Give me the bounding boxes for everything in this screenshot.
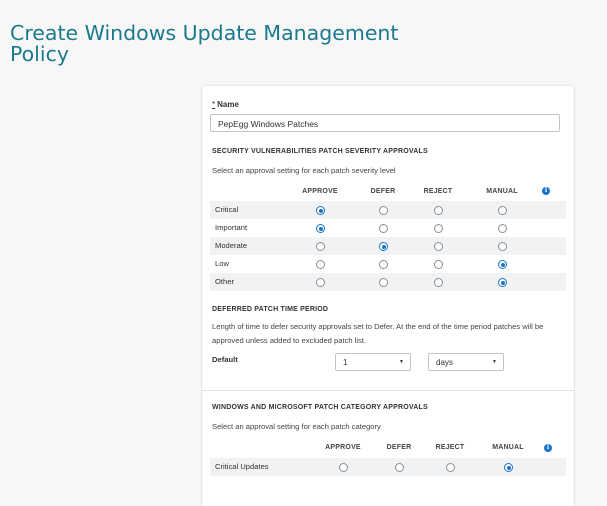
radio-defer[interactable]: [379, 224, 388, 233]
radio-reject[interactable]: [446, 463, 455, 472]
deferred-period-heading: DEFERRED PATCH TIME PERIOD: [212, 306, 329, 313]
required-marker: *: [212, 100, 216, 109]
radio-approve[interactable]: [316, 206, 325, 215]
radio-manual[interactable]: [498, 242, 507, 251]
radio-reject[interactable]: [434, 224, 443, 233]
table-row: [210, 273, 566, 291]
radio-defer[interactable]: [395, 463, 404, 472]
category-col-reject: REJECT: [435, 444, 465, 451]
radio-manual[interactable]: [498, 224, 507, 233]
table-row: [210, 237, 566, 255]
row-label: Critical: [215, 205, 239, 214]
radio-reject[interactable]: [434, 206, 443, 215]
deferred-description-line-1: Length of time to defer security approva…: [212, 322, 544, 331]
name-label: * Name: [212, 100, 239, 109]
caret-down-icon: ▼: [399, 359, 404, 365]
radio-reject[interactable]: [434, 260, 443, 269]
severity-col-approve: APPROVE: [302, 188, 338, 195]
severity-col-manual: MANUAL: [486, 188, 518, 195]
caret-down-icon: ▼: [492, 359, 497, 365]
radio-defer[interactable]: [379, 206, 388, 215]
info-icon[interactable]: i: [542, 187, 550, 195]
severity-col-reject: REJECT: [423, 188, 453, 195]
radio-manual[interactable]: [498, 278, 507, 287]
radio-reject[interactable]: [434, 278, 443, 287]
radio-approve[interactable]: [316, 224, 325, 233]
category-col-manual: MANUAL: [492, 444, 524, 451]
radio-defer[interactable]: [379, 278, 388, 287]
radio-manual[interactable]: [498, 206, 507, 215]
severity-approvals-hint: Select an approval setting for each patc…: [212, 166, 396, 175]
table-row: [210, 255, 566, 273]
category-approvals-heading: WINDOWS AND MICROSOFT PATCH CATEGORY APP…: [212, 404, 428, 411]
name-input[interactable]: PepEgg Windows Patches: [210, 114, 560, 132]
radio-defer[interactable]: [379, 242, 388, 251]
deferred-description-line-2: approved unless added to excluded patch …: [212, 336, 367, 345]
page-title: Create Windows Update Management Policy: [10, 21, 399, 66]
row-label: Important: [215, 223, 248, 232]
defer-amount-value: 1: [343, 358, 348, 367]
severity-col-defer: DEFER: [370, 188, 396, 195]
table-row: [210, 219, 566, 237]
radio-approve[interactable]: [316, 278, 325, 287]
radio-approve[interactable]: [316, 260, 325, 269]
radio-approve[interactable]: [339, 463, 348, 472]
defer-unit-select[interactable]: days ▼: [428, 353, 504, 371]
defer-amount-select[interactable]: 1 ▼: [335, 353, 411, 371]
category-col-approve: APPROVE: [325, 444, 361, 451]
row-label: Critical Updates: [215, 462, 269, 471]
row-label: Moderate: [215, 241, 248, 250]
info-icon[interactable]: i: [544, 444, 552, 452]
radio-defer[interactable]: [379, 260, 388, 269]
table-row: [210, 201, 566, 219]
defer-unit-value: days: [436, 358, 453, 367]
radio-approve[interactable]: [316, 242, 325, 251]
radio-manual[interactable]: [498, 260, 507, 269]
row-label: Low: [215, 259, 229, 268]
category-approvals-hint: Select an approval setting for each patc…: [212, 422, 381, 431]
policy-form-card: * Name PepEgg Windows Patches SECURITY VU…: [202, 86, 574, 506]
severity-approvals-heading: SECURITY VULNERABILITIES PATCH SEVERITY …: [212, 148, 428, 155]
default-label: Default: [212, 355, 238, 364]
row-label: Other: [215, 277, 234, 286]
radio-manual[interactable]: [504, 463, 513, 472]
name-label-text: Name: [217, 100, 239, 109]
radio-reject[interactable]: [434, 242, 443, 251]
section-divider: [202, 390, 574, 391]
